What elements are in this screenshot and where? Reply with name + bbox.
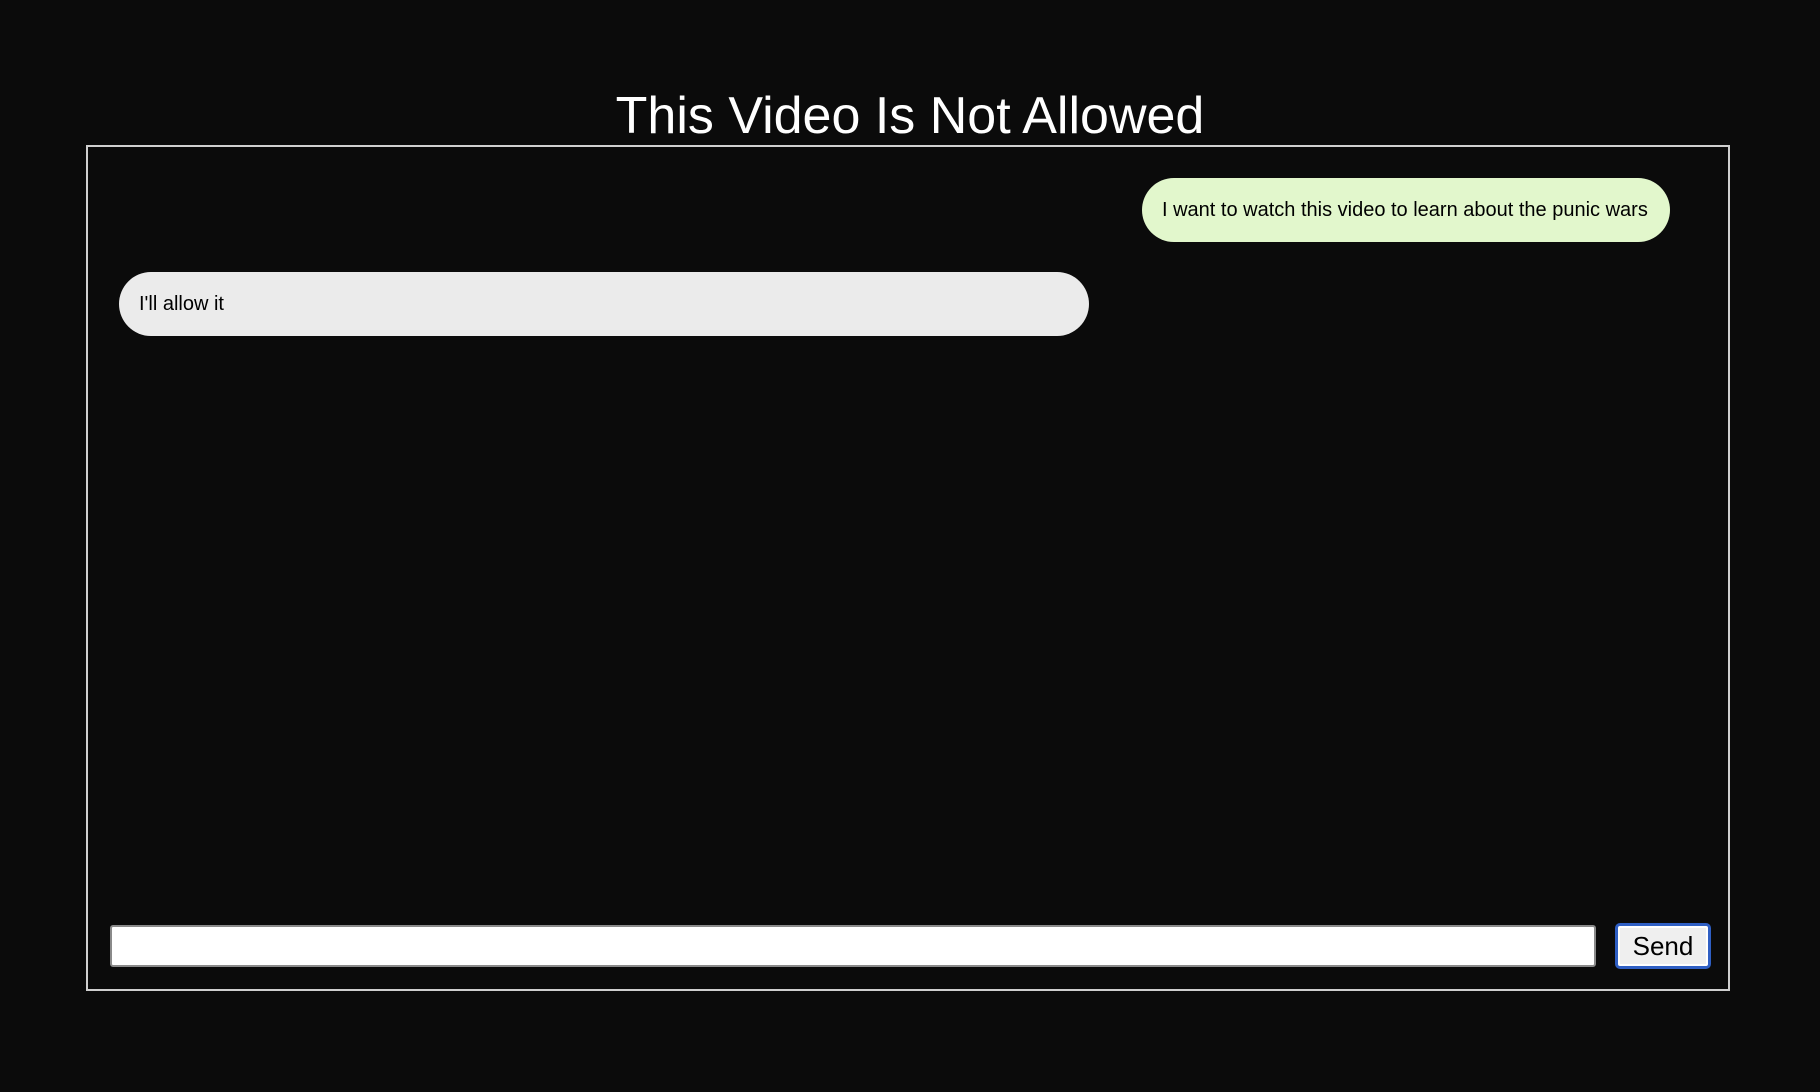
assistant-message-bubble: I'll allow it: [119, 272, 1089, 336]
user-message-bubble: I want to watch this video to learn abou…: [1142, 178, 1670, 242]
page-title: This Video Is Not Allowed: [615, 87, 1205, 145]
send-button[interactable]: Send: [1615, 923, 1711, 969]
chat-panel: I want to watch this video to learn abou…: [86, 145, 1730, 991]
user-message-text: I want to watch this video to learn abou…: [1162, 198, 1648, 221]
assistant-message-text: I'll allow it: [139, 292, 224, 315]
message-input[interactable]: [110, 925, 1596, 967]
